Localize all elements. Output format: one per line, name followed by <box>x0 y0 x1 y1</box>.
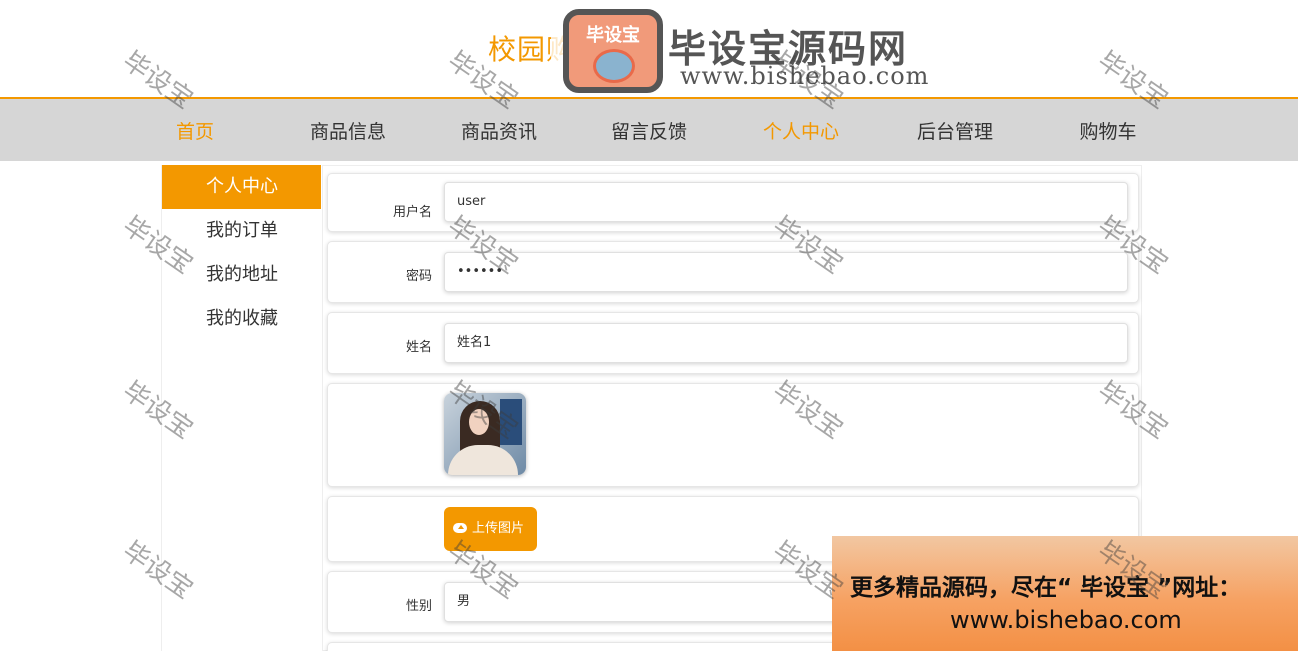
sidebar-item-favorites[interactable]: 我的收藏 <box>162 297 321 341</box>
sidebar-item-orders[interactable]: 我的订单 <box>162 209 321 253</box>
name-label: 姓名 <box>405 340 432 355</box>
avatar-image[interactable] <box>444 393 526 475</box>
logo-eye-shape <box>593 49 635 83</box>
password-input[interactable]: •••••• <box>444 252 1128 292</box>
nav-cart[interactable]: 购物车 <box>1053 117 1163 144</box>
avatar-coat <box>448 445 518 475</box>
upload-arrow-icon <box>458 525 464 529</box>
nav-news[interactable]: 商品资讯 <box>444 117 554 144</box>
nav-feedback[interactable]: 留言反馈 <box>594 117 704 144</box>
nav-products[interactable]: 商品信息 <box>293 117 403 144</box>
avatar-bg-window <box>500 399 522 445</box>
logo-url: www.bishebao.com <box>680 62 930 90</box>
gender-label: 性别 <box>405 599 432 614</box>
upload-image-button[interactable]: 上传图片 <box>444 507 537 551</box>
promo-url: www.bishebao.com <box>950 606 1182 634</box>
form-row-avatar <box>327 383 1139 487</box>
sidebar-item-address[interactable]: 我的地址 <box>162 253 321 297</box>
name-input[interactable]: 姓名1 <box>444 323 1128 363</box>
username-input[interactable]: user <box>444 182 1128 222</box>
nav-home[interactable]: 首页 <box>140 117 250 144</box>
sidebar-item-profile[interactable]: 个人中心 <box>162 165 321 209</box>
logo-badge-icon: 毕设宝 <box>563 9 663 93</box>
sidebar: 个人中心 我的订单 我的地址 我的收藏 <box>161 165 321 651</box>
form-row-password: 密码 •••••• <box>327 241 1139 303</box>
form-row-username: 用户名 user <box>327 173 1139 232</box>
username-label: 用户名 <box>392 205 432 220</box>
main-nav: 首页 商品信息 商品资讯 留言反馈 个人中心 后台管理 购物车 <box>0 97 1298 161</box>
promo-text: 更多精品源码，尽在“ 毕设宝 ”网址： <box>850 575 1242 601</box>
avatar-face <box>469 409 489 435</box>
logo-badge-text: 毕设宝 <box>586 25 640 46</box>
nav-profile[interactable]: 个人中心 <box>746 117 856 144</box>
form-row-name: 姓名 姓名1 <box>327 312 1139 374</box>
upload-button-label: 上传图片 <box>472 521 525 536</box>
promo-banner[interactable]: 更多精品源码，尽在“ 毕设宝 ”网址： www.bishebao.com <box>832 536 1298 651</box>
password-label: 密码 <box>405 269 432 284</box>
nav-admin[interactable]: 后台管理 <box>900 117 1010 144</box>
